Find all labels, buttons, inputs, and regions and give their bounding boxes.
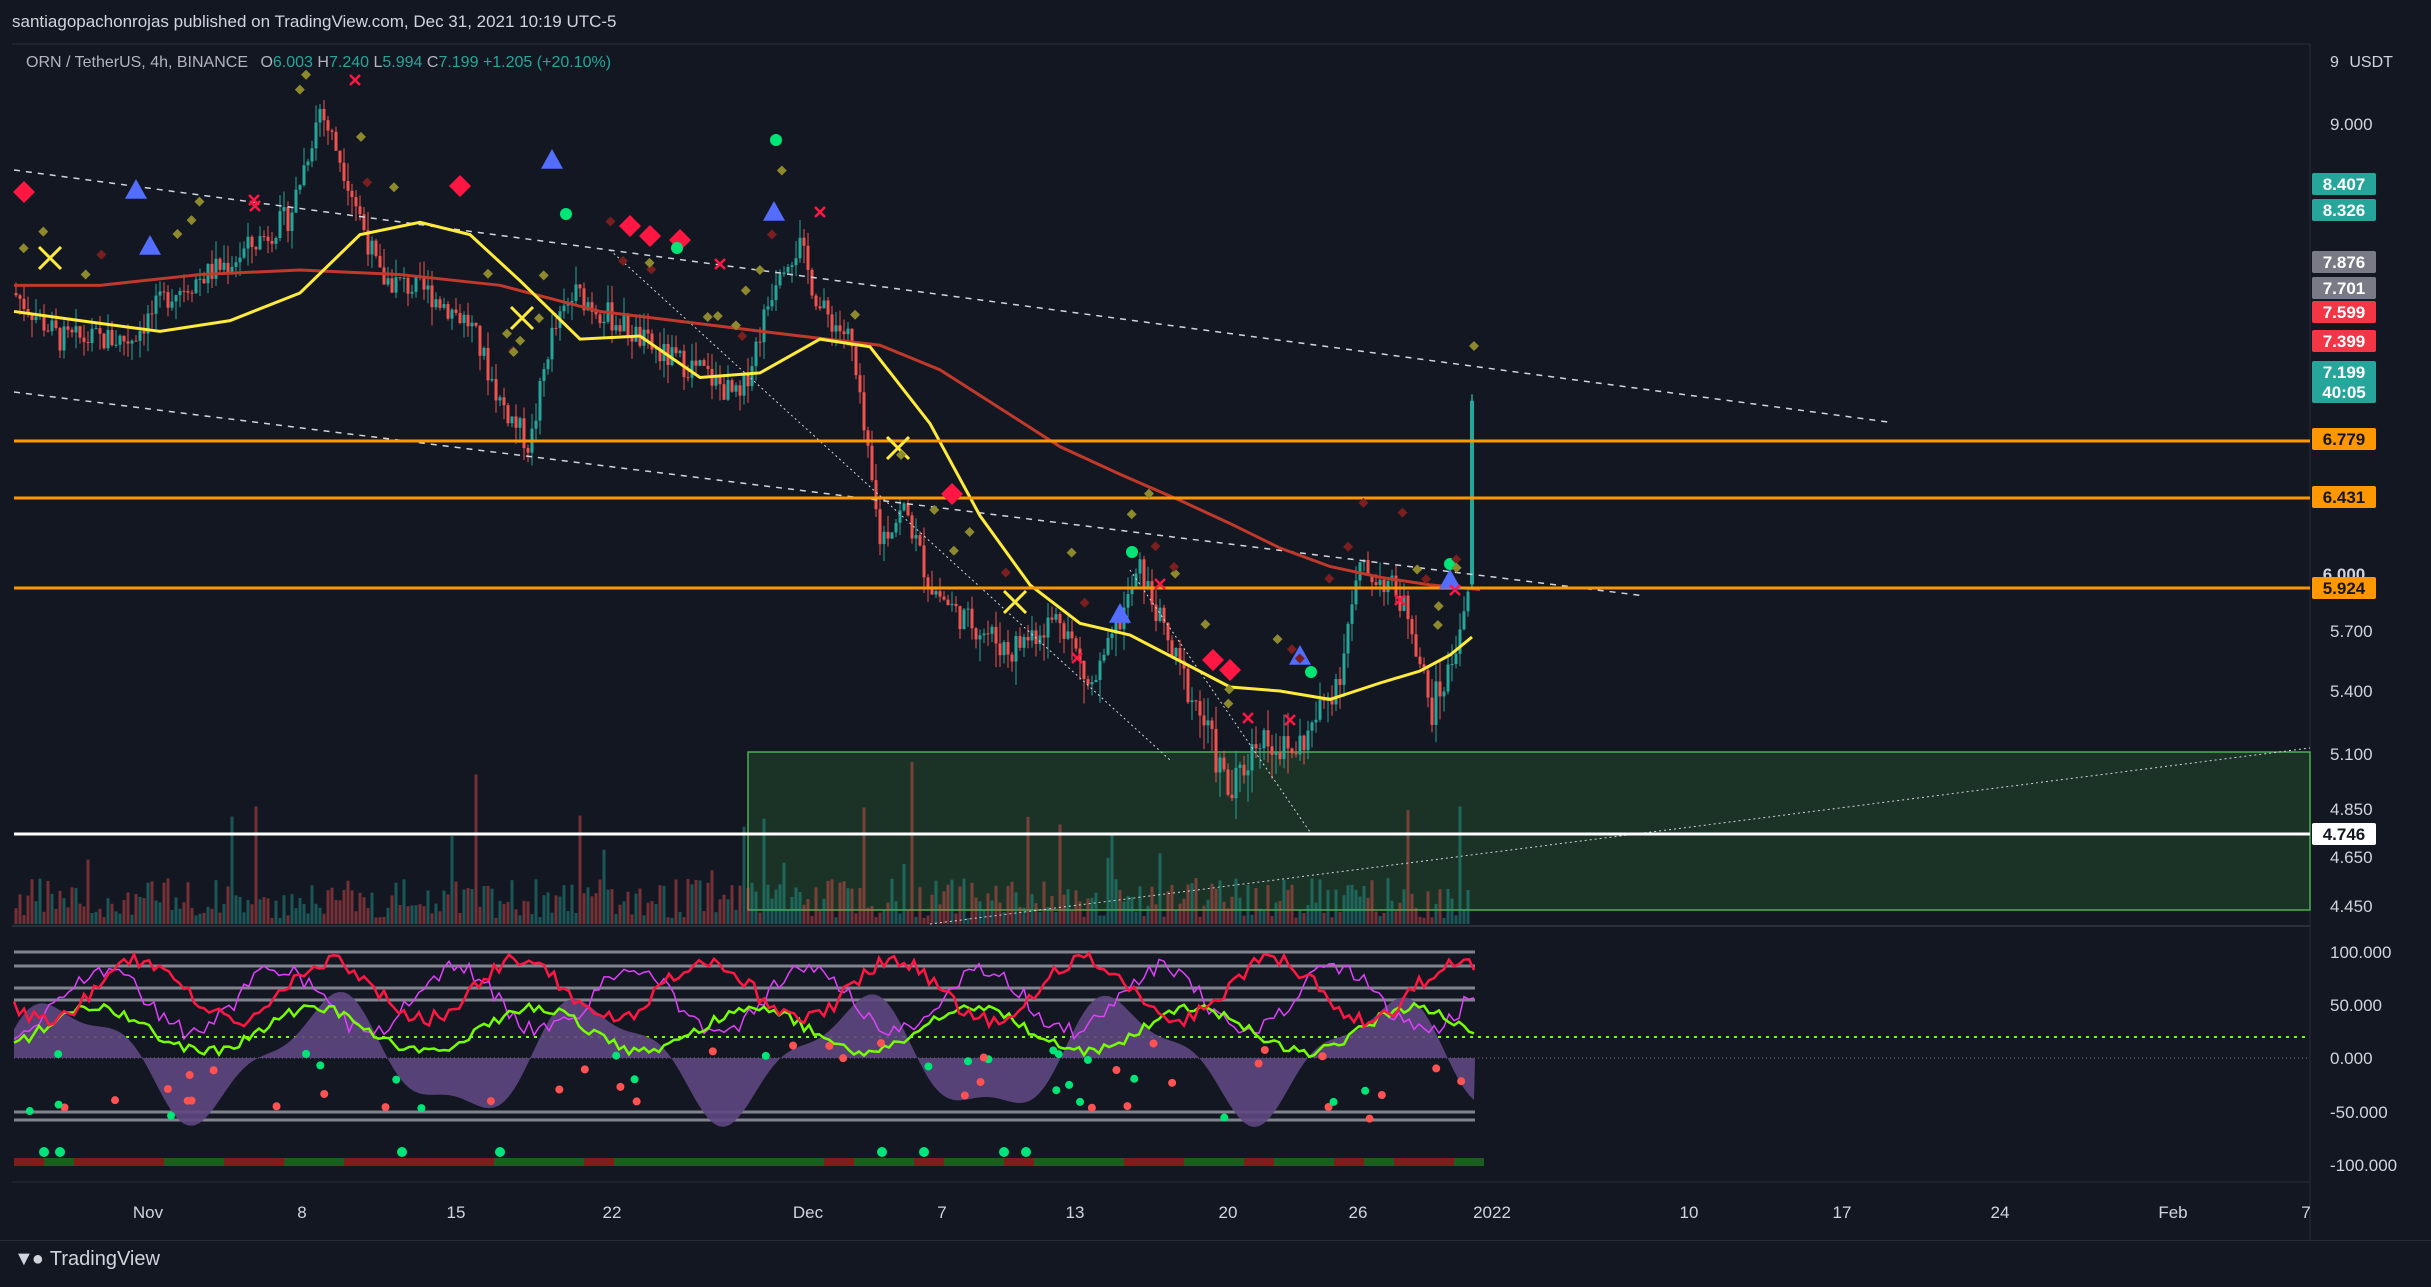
chart-grid	[12, 43, 2311, 1240]
time-tick: 26	[1349, 1203, 1368, 1222]
low-value: 5.994	[382, 54, 423, 71]
oscillator-pane[interactable]	[12, 950, 2310, 1166]
open-value: 6.003	[272, 54, 313, 71]
time-tick: 20	[1219, 1203, 1238, 1222]
signal-markers	[13, 69, 1479, 726]
price-label: 7.701	[2312, 277, 2376, 299]
svg-text:7.701: 7.701	[2323, 279, 2366, 298]
price-label: 6.779	[2312, 428, 2376, 450]
currency-label[interactable]: 9 USDT	[2330, 54, 2393, 72]
time-tick: 7	[937, 1203, 946, 1222]
svg-text:7.599: 7.599	[2323, 303, 2366, 322]
price-label: 40:05	[2312, 381, 2376, 403]
time-tick: 2022	[1473, 1203, 1511, 1222]
fall-line-1[interactable]	[609, 249, 1171, 761]
tradingview-brand: TradingView	[49, 1248, 160, 1270]
footer-bar	[0, 1240, 2431, 1287]
price-label: 8.407	[2312, 173, 2376, 195]
close-value: 7.199	[438, 54, 479, 71]
oscillator-tick: -100.000	[2330, 1156, 2397, 1175]
price-label: 8.326	[2312, 199, 2376, 221]
close-label: C	[426, 54, 439, 71]
time-tick: 7	[2301, 1203, 2310, 1222]
candlestick-series	[14, 100, 1474, 819]
open-label: O	[260, 54, 273, 71]
demand-zone[interactable]	[747, 751, 2311, 911]
svg-text:5.924: 5.924	[2323, 579, 2366, 598]
price-label: 5.924	[2312, 577, 2376, 599]
high-label: H	[317, 54, 329, 71]
svg-text:7.876: 7.876	[2323, 253, 2366, 272]
svg-text:8.407: 8.407	[2323, 175, 2366, 194]
time-tick: 22	[603, 1203, 622, 1222]
price-tick: 5.400	[2330, 682, 2373, 701]
oscillator-tick: 100.000	[2330, 943, 2391, 962]
price-tick: 4.450	[2330, 897, 2373, 916]
price-tick: 5.700	[2330, 622, 2373, 641]
time-tick: 8	[297, 1203, 306, 1222]
price-tick: 5.100	[2330, 745, 2373, 764]
time-axis[interactable]: Nov 8 15 22 Dec 7 13 20 26 2022 10 17 24 Feb 7	[133, 1203, 2311, 1222]
svg-text:6.779: 6.779	[2323, 430, 2366, 449]
price-label: 7.399	[2312, 330, 2376, 352]
tradingview-logo-icon: ▼●	[14, 1248, 44, 1270]
price-tick: 4.650	[2330, 848, 2373, 867]
oscillator-tick: -50.000	[2330, 1103, 2388, 1122]
oscillator-tick: 0.000	[2330, 1049, 2373, 1068]
time-tick: 24	[1991, 1203, 2010, 1222]
price-label: 6.431	[2312, 486, 2376, 508]
symbol-legend[interactable]: ORN / TetherUS, 4h, BINANCE O6.003 H7.24…	[26, 54, 611, 72]
symbol-name: ORN / TetherUS, 4h, BINANCE	[26, 54, 248, 71]
price-tick: 9.000	[2330, 115, 2373, 134]
time-tick: Feb	[2158, 1203, 2187, 1222]
tradingview-logo[interactable]: ▼● TradingView	[14, 1248, 160, 1271]
time-tick: Dec	[793, 1203, 824, 1222]
svg-text:7.199: 7.199	[2323, 363, 2366, 382]
change-value: +1.205 (+20.10%)	[482, 54, 612, 71]
time-tick: 10	[1680, 1203, 1699, 1222]
svg-text:6.431: 6.431	[2323, 488, 2366, 507]
price-axis[interactable]: 9.000 5.700 5.400 5.100 4.850 4.650 4.450	[2330, 115, 2373, 916]
svg-text:4.746: 4.746	[2323, 825, 2366, 844]
time-tick: Nov	[133, 1203, 164, 1222]
price-chart[interactable]: 9.000 5.700 5.400 5.100 4.850 4.650 4.450 8.40…	[0, 0, 2431, 1240]
high-value: 7.240	[328, 54, 370, 71]
svg-text:7.399: 7.399	[2323, 332, 2366, 351]
time-tick: 17	[1833, 1203, 1852, 1222]
time-tick: 15	[447, 1203, 466, 1222]
oscillator-axis[interactable]: 100.000 50.000 0.000 -50.000 -100.000	[2330, 943, 2397, 1175]
price-label: 4.746	[2312, 823, 2376, 845]
price-label: 7.199	[2312, 361, 2376, 383]
lower-trendline[interactable]	[13, 391, 1646, 597]
currency-code: USDT	[2349, 54, 2393, 71]
price-tick: 4.850	[2330, 800, 2373, 819]
svg-text:8.326: 8.326	[2323, 201, 2366, 220]
price-axis-partial-tick: 9	[2330, 54, 2339, 71]
fast-moving-average	[13, 220, 1473, 701]
svg-text:40:05: 40:05	[2322, 383, 2365, 402]
oscillator-tick: 50.000	[2330, 996, 2382, 1015]
price-label: 7.599	[2312, 301, 2376, 323]
price-label: 7.876	[2312, 251, 2376, 273]
time-tick: 13	[1066, 1203, 1085, 1222]
